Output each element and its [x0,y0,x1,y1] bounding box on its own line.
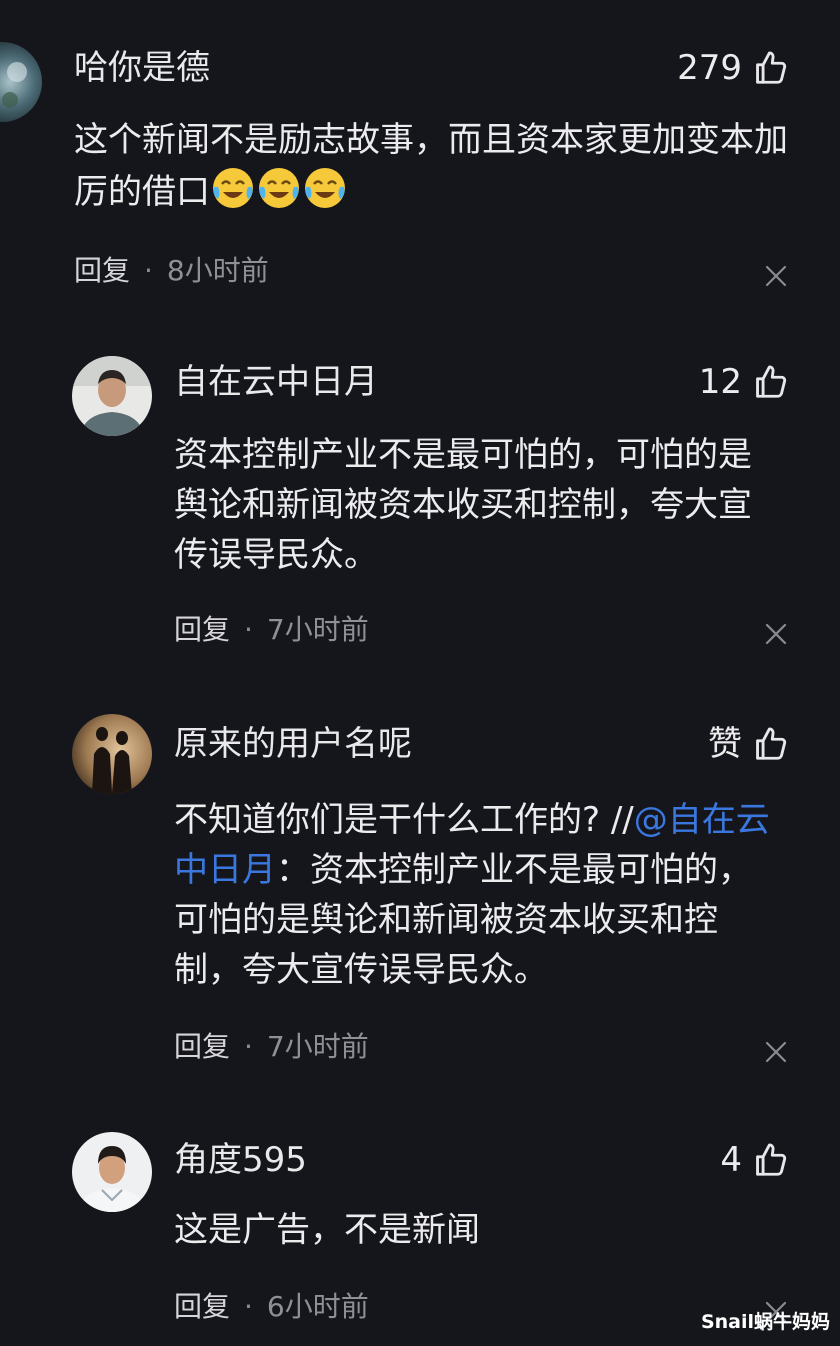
comment-text: 这个新闻不是励志故事，而且资本家更加变本加厉的借口 [74,115,794,217]
separator: · [144,254,153,287]
like-button[interactable]: 12 [699,362,790,402]
like-button[interactable]: 279 [677,48,790,88]
thumbs-up-icon[interactable] [752,725,790,763]
comment-body: 不知道你们是干什么工作的? // [174,800,634,840]
user-avatar[interactable] [72,714,152,794]
comment-meta: 回复 · 7小时前 [174,1030,369,1064]
thumbs-up-icon[interactable] [752,1141,790,1179]
comment-meta: 回复 · 7小时前 [174,613,369,647]
reply-button[interactable]: 回复 [174,1030,230,1064]
username[interactable]: 角度595 [174,1140,307,1180]
thumbs-up-icon[interactable] [752,363,790,401]
crying-laughing-emoji [305,168,345,208]
close-icon[interactable] [764,264,788,288]
comment-text: 不知道你们是干什么工作的? //@自在云中日月：资本控制产业不是最可怕的，可怕的… [174,795,784,995]
like-count: 4 [720,1140,742,1180]
reply-button[interactable]: 回复 [174,613,230,647]
crying-laughing-emoji-group [210,168,348,212]
comment-text: 这是广告，不是新闻 [174,1210,480,1250]
user-avatar[interactable] [0,42,42,122]
like-count: 12 [698,362,742,402]
separator: · [244,1290,253,1323]
username[interactable]: 原来的用户名呢 [174,724,412,764]
comment-feed: 哈你是德 279 这个新闻不是励志故事，而且资本家更加变本加厉的借口 回复 · … [0,0,840,1346]
comment-text: 资本控制产业不是最可怕的，可怕的是舆论和新闻被资本收买和控制，夸大宣传误导民众。 [174,435,752,575]
timestamp: 6小时前 [266,1290,369,1323]
username[interactable]: 自在云中日月 [174,362,378,402]
timestamp: 7小时前 [266,613,369,646]
comment-body: 这个新闻不是励志故事，而且资本家更加变本加厉的借口 [74,120,788,212]
separator: · [244,613,253,646]
reply-button[interactable]: 回复 [74,254,130,288]
separator: · [244,1030,253,1063]
close-icon[interactable] [764,1040,788,1064]
like-button[interactable]: 赞 [708,724,790,764]
user-avatar[interactable] [72,356,152,436]
timestamp: 8小时前 [166,254,269,287]
crying-laughing-emoji [213,168,253,208]
timestamp: 7小时前 [266,1030,369,1063]
crying-laughing-emoji [259,168,299,208]
user-avatar[interactable] [72,1132,152,1212]
close-icon[interactable] [764,622,788,646]
comment-meta: 回复 · 6小时前 [174,1290,369,1324]
thumbs-up-icon[interactable] [752,49,790,87]
comment-meta: 回复 · 8小时前 [74,254,269,288]
like-button[interactable]: 4 [720,1140,790,1180]
like-count: 279 [677,48,742,88]
reply-button[interactable]: 回复 [174,1290,230,1324]
username[interactable]: 哈你是德 [74,48,210,88]
watermark: Snail蜗牛妈妈 [700,1311,830,1333]
like-count: 赞 [708,724,742,764]
